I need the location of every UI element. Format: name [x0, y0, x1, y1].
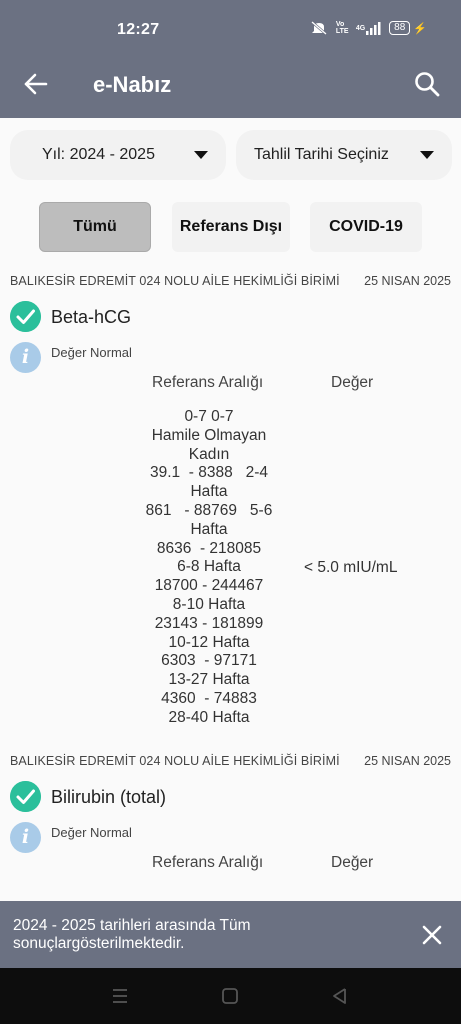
check-icon	[10, 781, 41, 812]
status-icons: Vo LTE 4G 88 ⚡	[310, 21, 427, 35]
system-nav-bar	[0, 968, 461, 1024]
signal-icon	[366, 21, 381, 35]
page-title: e-Nabız	[93, 72, 172, 97]
value-header: Değer	[331, 374, 374, 391]
check-icon	[10, 301, 41, 332]
institution-name: BALIKESİR EDREMİT 024 NOLU AİLE HEKİMLİĞ…	[10, 754, 340, 768]
mute-icon	[311, 21, 327, 35]
network-label: Vo LTE	[335, 21, 349, 35]
reference-range-header: Referans Aralığı	[152, 854, 264, 871]
institution-name: BALIKESİR EDREMİT 024 NOLU AİLE HEKİMLİĞ…	[10, 274, 340, 288]
result-date: 25 NISAN 2025	[364, 274, 451, 288]
recents-icon[interactable]	[110, 986, 130, 1006]
signal-label: 4G	[355, 24, 366, 32]
reference-range-header: Referans Aralığı	[152, 374, 264, 391]
charging-icon: ⚡	[413, 22, 427, 35]
arrow-left-icon[interactable]	[22, 70, 50, 98]
filter-all-button[interactable]: Tümü	[39, 202, 151, 252]
status-time: 12:27	[117, 21, 160, 38]
snackbar: 2024 - 2025 tarihleri arasında Tüm sonuç…	[0, 901, 461, 968]
caret-down-icon	[194, 151, 208, 159]
info-icon[interactable]: i	[10, 822, 41, 853]
date-dropdown[interactable]: Tahlil Tarihi Seçiniz	[236, 130, 452, 180]
search-icon[interactable]	[413, 70, 441, 98]
test-name: Bilirubin (total)	[51, 787, 167, 807]
battery-icon: 88	[389, 21, 411, 35]
date-dropdown-label: Tahlil Tarihi Seçiniz	[254, 146, 389, 163]
back-nav-icon[interactable]	[330, 986, 350, 1006]
value-header: Değer	[331, 854, 374, 871]
result-value: < 5.0 mIU/mL	[304, 559, 398, 576]
result-status: Değer Normal	[51, 345, 132, 360]
home-icon[interactable]	[220, 986, 240, 1006]
snackbar-message: 2024 - 2025 tarihleri arasında Tüm sonuç…	[13, 917, 251, 952]
year-dropdown-label: Yıl: 2024 - 2025	[42, 146, 155, 163]
info-icon[interactable]: i	[10, 342, 41, 373]
results-content[interactable]: Yıl: 2024 - 2025 Tahlil Tarihi Seçiniz T…	[0, 118, 461, 901]
close-icon[interactable]	[421, 924, 443, 946]
status-bar: 12:27 Vo LTE 4G 88 ⚡	[0, 0, 461, 48]
filter-out-of-range-button[interactable]: Referans Dışı	[172, 202, 290, 252]
test-name: Beta-hCG	[51, 307, 132, 327]
caret-down-icon	[420, 151, 434, 159]
result-status: Değer Normal	[51, 825, 132, 840]
result-date: 25 NISAN 2025	[364, 754, 451, 768]
reference-range: 0-7 0-7 Hamile Olmayan Kadın 39.1 - 8388…	[145, 408, 273, 726]
year-dropdown[interactable]: Yıl: 2024 - 2025	[10, 130, 226, 180]
filter-covid-button[interactable]: COVID-19	[310, 202, 422, 252]
app-bar: e-Nabız	[0, 48, 461, 118]
